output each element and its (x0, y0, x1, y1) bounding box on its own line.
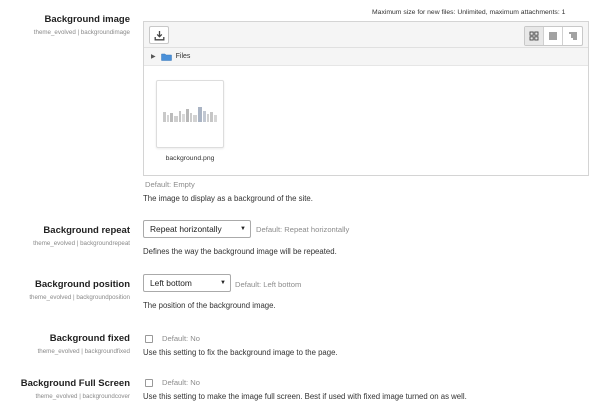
default-value: Default: Empty (145, 180, 195, 189)
setting-label-background-image: Background image theme_evolved | backgro… (34, 14, 130, 36)
setting-identifier: theme_evolved | backgroundposition (29, 294, 130, 301)
setting-identifier: theme_evolved | backgroundimage (33, 29, 130, 36)
setting-title: Background repeat (43, 225, 130, 236)
background-position-select[interactable]: Left bottom ▼ (143, 274, 231, 292)
view-tree-button[interactable] (563, 27, 582, 45)
setting-title: Background image (44, 14, 130, 25)
max-size-note: Maximum size for new files: Unlimited, m… (372, 9, 566, 16)
setting-description: Defines the way the background image wil… (143, 247, 337, 256)
select-value: Repeat horizontally (150, 224, 222, 234)
setting-description: The position of the background image. (143, 301, 276, 310)
view-mode-group (524, 26, 583, 46)
download-tray-icon (154, 30, 164, 40)
file-item[interactable]: background.png (156, 80, 224, 162)
path-label: Files (175, 53, 191, 60)
file-thumbnail[interactable] (156, 80, 224, 148)
setting-title: Background Full Screen (20, 378, 130, 389)
setting-description: Use this setting to make the image full … (143, 392, 467, 401)
default-value: Default: No (162, 334, 200, 343)
triangle-down-icon: ▼ (220, 280, 226, 286)
tree-icon (568, 32, 577, 40)
setting-label-background-full-screen: Background Full Screen theme_evolved | b… (21, 378, 130, 400)
folder-icon (160, 53, 172, 61)
add-file-button[interactable] (149, 26, 169, 44)
file-manager: ▶ Files background.png (143, 21, 589, 176)
file-path-bar[interactable]: ▶ Files (144, 48, 588, 66)
grid-icon (529, 31, 539, 41)
setting-description: The image to display as a background of … (143, 194, 313, 203)
background-repeat-select[interactable]: Repeat horizontally ▼ (143, 220, 251, 238)
image-preview-icon (163, 107, 217, 122)
setting-title: Background fixed (49, 333, 130, 344)
setting-identifier: theme_evolved | backgroundfixed (37, 348, 130, 355)
default-value: Default: Left bottom (235, 280, 302, 289)
default-value: Default: Repeat horizontally (256, 225, 350, 234)
default-value: Default: No (162, 378, 200, 387)
file-manager-toolbar (144, 22, 588, 48)
select-value: Left bottom (150, 278, 192, 288)
setting-title: Background position (35, 279, 130, 290)
view-list-button[interactable] (544, 27, 563, 45)
setting-description: Use this setting to fix the background i… (143, 348, 338, 357)
setting-label-background-fixed: Background fixed theme_evolved | backgro… (38, 333, 130, 355)
file-name[interactable]: background.png (156, 155, 224, 162)
triangle-down-icon: ▼ (240, 226, 246, 232)
triangle-right-icon[interactable]: ▶ (151, 53, 156, 60)
list-icon (549, 32, 557, 40)
setting-identifier: theme_evolved | backgroundcover (35, 393, 130, 400)
setting-label-background-repeat: Background repeat theme_evolved | backgr… (33, 225, 130, 247)
setting-identifier: theme_evolved | backgroundrepeat (33, 240, 130, 247)
setting-label-background-position: Background position theme_evolved | back… (29, 279, 130, 301)
background-full-screen-checkbox[interactable] (145, 379, 153, 387)
view-icons-button[interactable] (525, 27, 544, 45)
background-fixed-checkbox[interactable] (145, 335, 153, 343)
